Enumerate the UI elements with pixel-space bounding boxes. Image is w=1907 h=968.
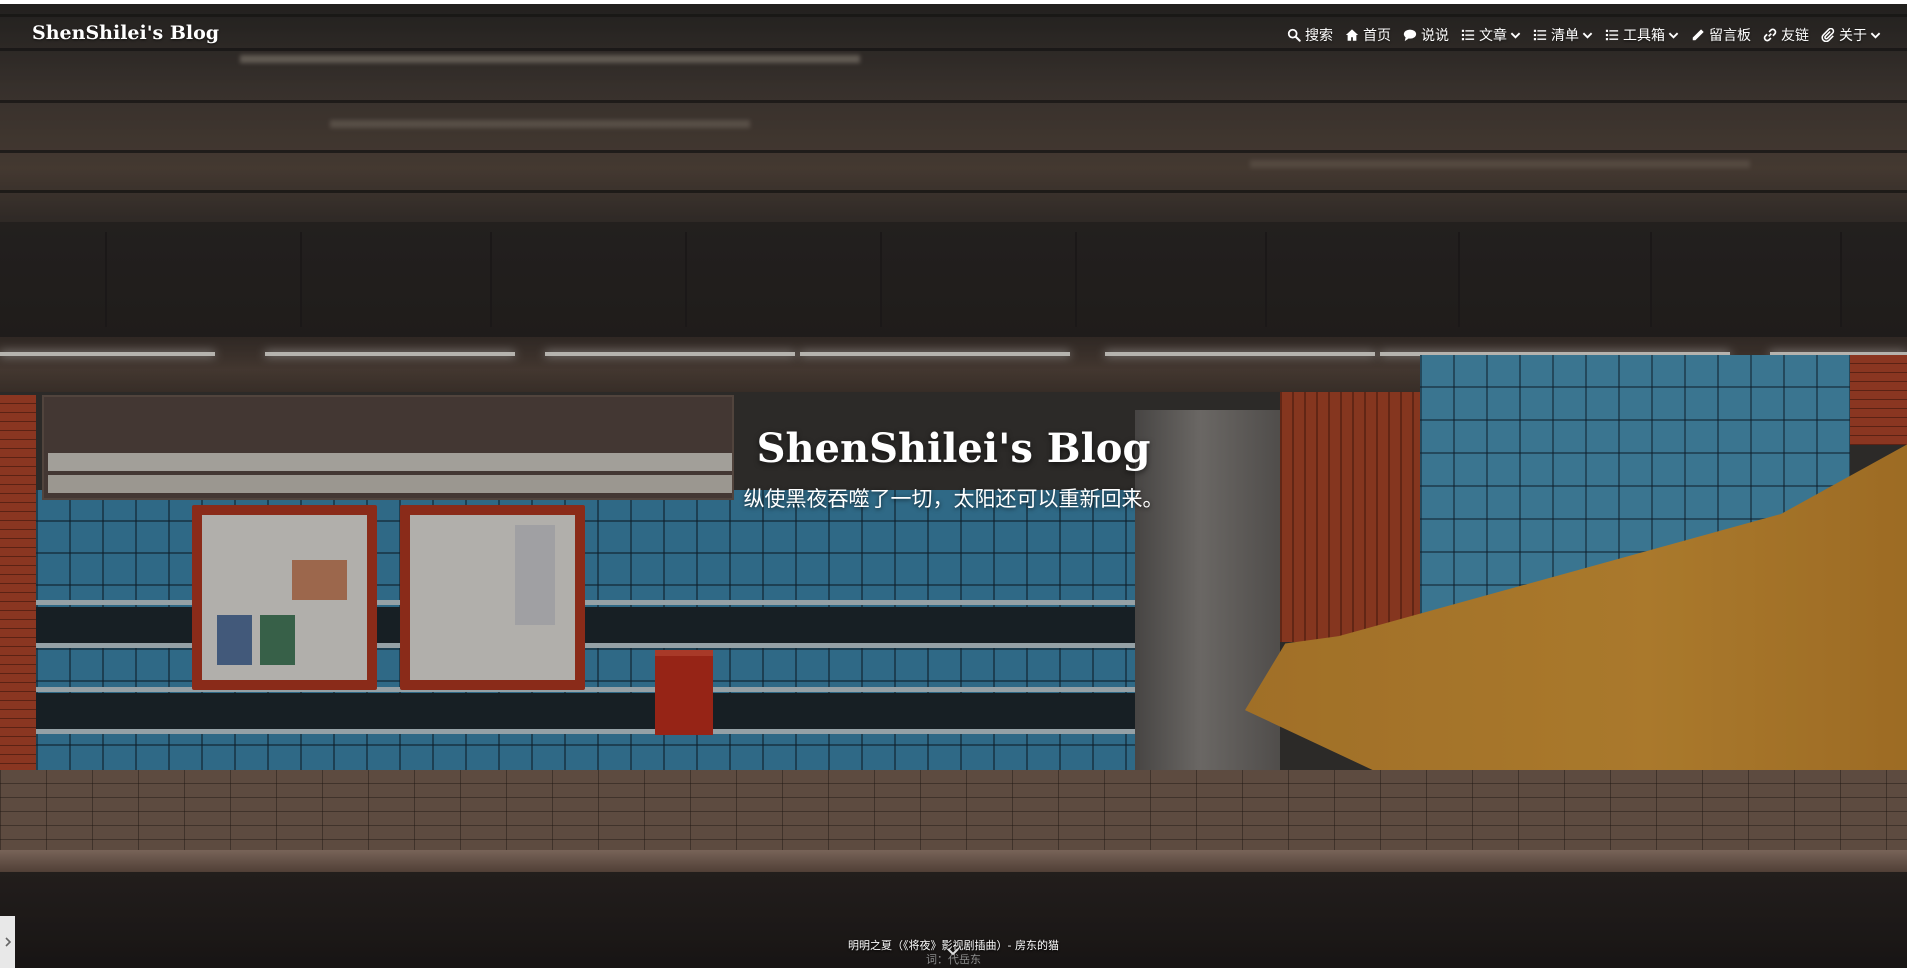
pencil-icon [1692, 29, 1704, 41]
nav-item-articles[interactable]: 文章 [1461, 25, 1521, 45]
nav-item-search[interactable]: 搜索 [1287, 25, 1333, 45]
nav-item-label: 首页 [1363, 28, 1391, 44]
nav-item-label: 工具箱 [1623, 28, 1665, 44]
nav-item-talk[interactable]: 说说 [1403, 25, 1449, 45]
link-icon [1763, 28, 1777, 42]
list-icon [1533, 29, 1547, 41]
music-player-toggle[interactable] [0, 916, 15, 968]
nav-item-label: 说说 [1421, 28, 1449, 44]
site-brand-link[interactable]: ShenShilei's Blog [32, 22, 219, 44]
nav-item-label: 关于 [1839, 28, 1867, 44]
chevron-down-icon [1510, 32, 1521, 39]
search-icon [1287, 28, 1301, 42]
nav-item-label: 友链 [1781, 28, 1809, 44]
nav-item-label: 文章 [1479, 28, 1507, 44]
chevron-right-icon [4, 937, 11, 947]
hero-title: ShenShilei's Blog [756, 425, 1151, 472]
nav-item-friend-links[interactable]: 友链 [1763, 25, 1809, 45]
scroll-down-button[interactable] [946, 944, 960, 958]
list-icon [1461, 29, 1475, 41]
comment-icon [1403, 29, 1417, 42]
paperclip-icon [1821, 28, 1835, 42]
nav-item-about[interactable]: 关于 [1821, 25, 1881, 45]
chevron-down-icon [1668, 32, 1679, 39]
nav-item-home[interactable]: 首页 [1345, 25, 1391, 45]
nav-item-label: 清单 [1551, 28, 1579, 44]
nav-item-guestbook[interactable]: 留言板 [1691, 25, 1751, 45]
top-navbar: ShenShilei's Blog 搜索 首页 说说 文章 清单 工具箱 留言板… [0, 4, 1907, 62]
nav-item-lists[interactable]: 清单 [1533, 25, 1593, 45]
nav-item-label: 搜索 [1305, 28, 1333, 44]
hero-subtitle: 纵使黑夜吞噬了一切，太阳还可以重新回来。 [743, 487, 1164, 511]
nav-item-toolbox[interactable]: 工具箱 [1605, 25, 1679, 45]
chevron-down-icon [1870, 32, 1881, 39]
nav-item-label: 留言板 [1709, 28, 1751, 44]
home-icon [1345, 29, 1359, 41]
list-icon [1605, 29, 1619, 41]
main-menu: 搜索 首页 说说 文章 清单 工具箱 留言板 友链 关于 [1275, 25, 1881, 45]
chevron-down-icon [947, 948, 959, 956]
chevron-down-icon [1582, 32, 1593, 39]
